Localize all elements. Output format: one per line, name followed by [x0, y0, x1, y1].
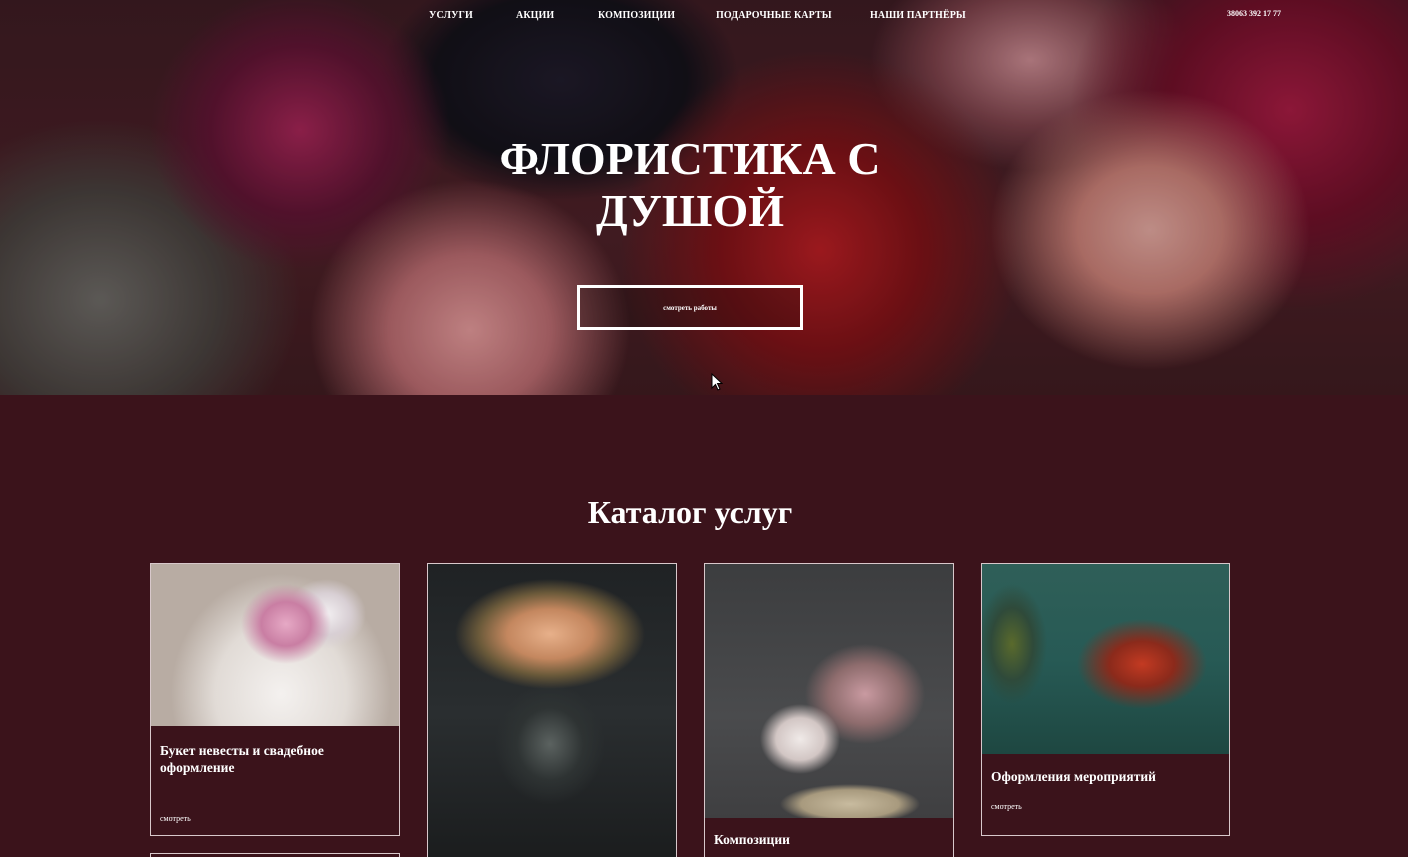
card-image-bride — [151, 564, 399, 726]
top-nav: УСЛУГИ АКЦИИ КОМПОЗИЦИИ ПОДАРОЧНЫЕ КАРТЫ… — [0, 10, 1408, 24]
card-title: Композиции — [714, 832, 790, 847]
card-image-vase — [428, 564, 676, 857]
service-card-vase[interactable] — [427, 563, 677, 857]
nav-item-services[interactable]: УСЛУГИ — [429, 10, 473, 21]
card-image-composition — [705, 564, 953, 818]
mouse-cursor-icon — [711, 373, 723, 391]
hero-title-line-1: ФЛОРИСТИКА С — [499, 133, 881, 184]
card-view-link[interactable]: смотреть — [991, 802, 1022, 811]
view-works-button[interactable]: смотреть работы — [577, 285, 803, 330]
service-card-next[interactable] — [150, 853, 400, 857]
card-title: Букет невесты и свадебное оформление — [160, 743, 324, 775]
service-card-compositions[interactable]: Композиции — [704, 563, 954, 857]
phone-number[interactable]: 38063 392 17 77 — [1227, 9, 1281, 18]
nav-item-partners[interactable]: НАШИ ПАРТНЁРЫ — [870, 10, 966, 21]
hero-title-line-2: ДУШОЙ — [595, 185, 785, 236]
hero-title: ФЛОРИСТИКА С ДУШОЙ — [0, 133, 1380, 237]
nav-item-promotions[interactable]: АКЦИИ — [516, 10, 554, 21]
service-card-wedding[interactable]: Букет невесты и свадебное оформление смо… — [150, 563, 400, 836]
catalog-title: Каталог услуг — [587, 494, 793, 530]
nav-item-gift-cards[interactable]: ПОДАРОЧНЫЕ КАРТЫ — [716, 10, 832, 21]
card-title: Оформления мероприятий — [991, 769, 1156, 784]
service-card-events[interactable]: Оформления мероприятий смотреть — [981, 563, 1230, 836]
nav-item-compositions[interactable]: КОМПОЗИЦИИ — [598, 10, 675, 21]
card-view-link[interactable]: смотреть — [160, 814, 191, 823]
card-image-event — [982, 564, 1229, 754]
